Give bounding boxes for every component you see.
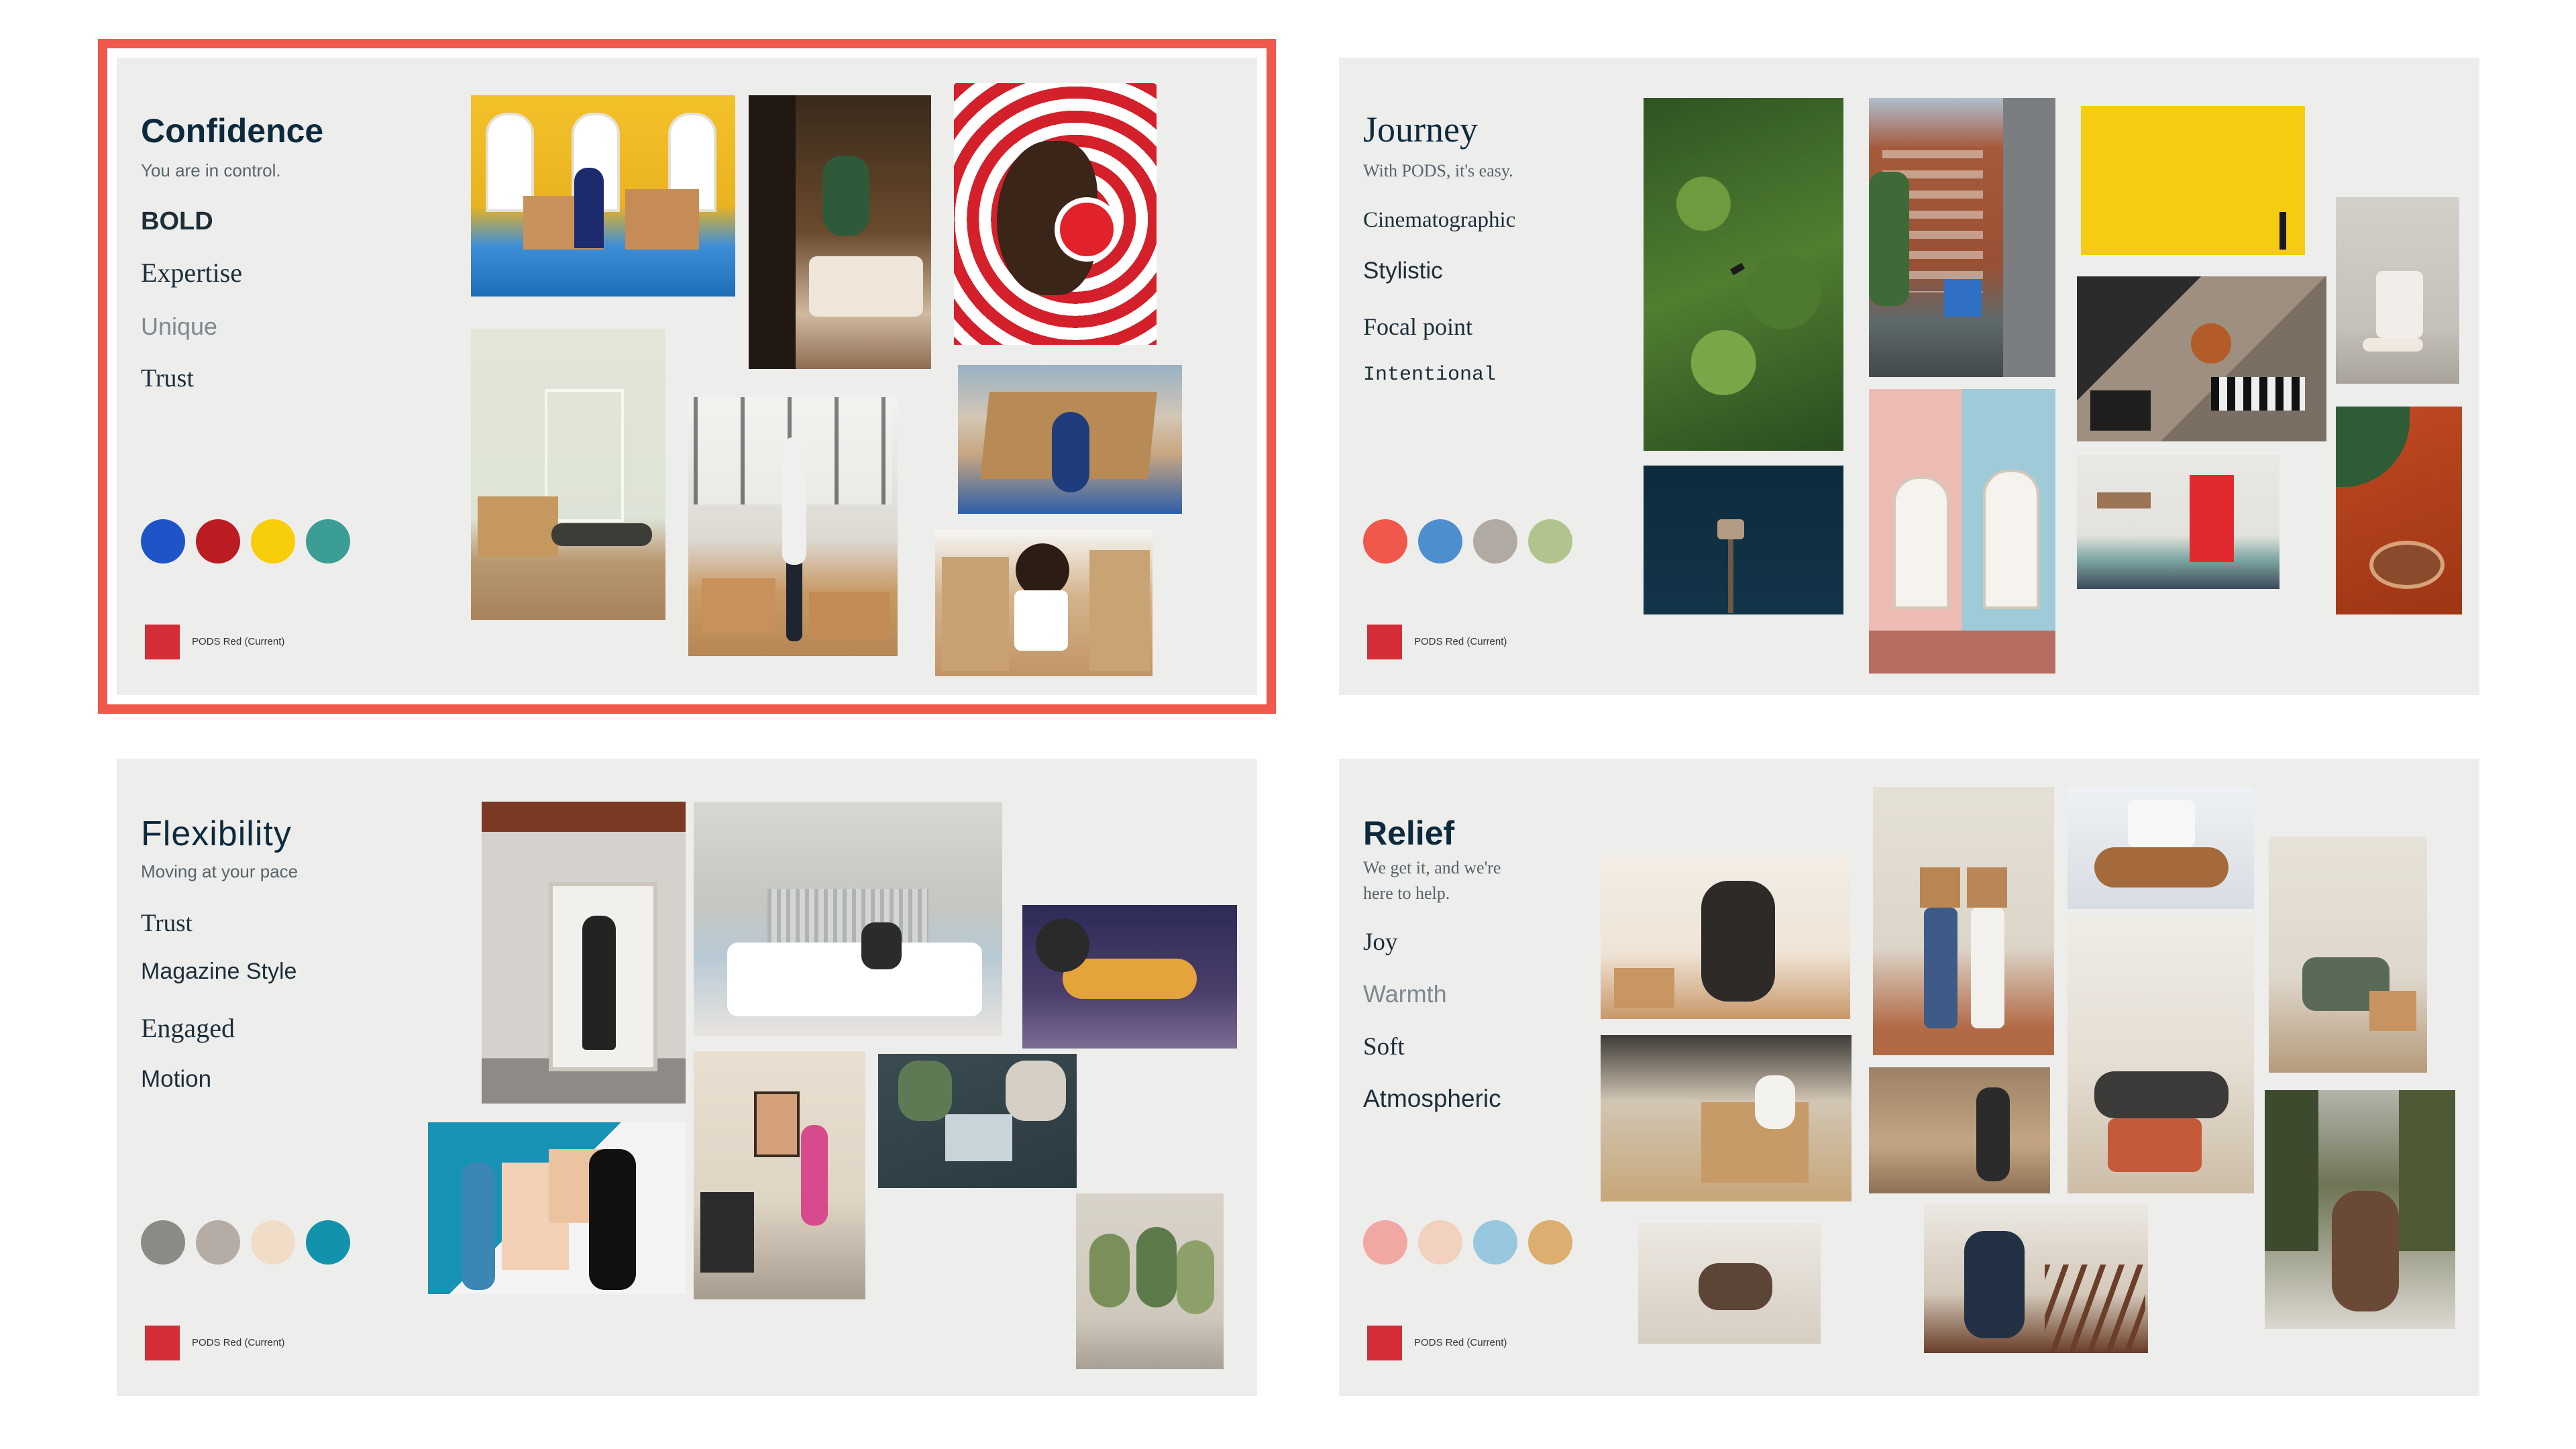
pods-red-label: PODS Red (Current) [1414, 1337, 1507, 1348]
photo-dog-on-bed [2068, 787, 2254, 909]
pods-red-label: PODS Red (Current) [1414, 636, 1507, 647]
photo-home-office [471, 95, 735, 297]
color-swatch-pink [1363, 1220, 1407, 1265]
board-subtitle: Moving at your pace [141, 861, 299, 881]
board-title: Flexibility [141, 814, 292, 853]
photo-moving-in [1869, 1067, 2050, 1193]
keyword-2: Warmth [1363, 980, 1447, 1008]
photo-chair-sneakers [2336, 197, 2459, 384]
moodboard-journey[interactable]: Journey With PODS, it's easy. Cinematogr… [1339, 58, 2479, 695]
color-swatch-blue [1418, 519, 1462, 564]
photo-laptop-overhead [878, 1054, 1077, 1188]
color-swatch-sky [1473, 1220, 1517, 1265]
photo-couple-hugging [1601, 854, 1850, 1019]
pods-red-swatch [145, 625, 180, 659]
color-swatch-blush [1418, 1220, 1462, 1265]
photo-person-on-floor [471, 329, 665, 620]
board-title: Journey [1363, 109, 1478, 150]
color-swatch-yellow [251, 519, 295, 564]
board-title: Confidence [141, 112, 324, 150]
keyword-4: Motion [141, 1066, 212, 1092]
photo-couple-sofa-boxes [2269, 837, 2427, 1073]
color-swatch-teal [306, 1220, 350, 1265]
photo-group-sitting [1076, 1193, 1224, 1369]
keyword-3: Engaged [141, 1013, 235, 1043]
photo-pastel-doors [1869, 389, 2055, 674]
color-swatch-sage [1528, 519, 1572, 564]
board-subtitle-line-2: here to help. [1363, 883, 1450, 903]
photo-city-street-truck [1869, 98, 2055, 377]
board-subtitle-line-1: We get it, and we're [1363, 858, 1501, 877]
keyword-4: Intentional [1363, 364, 1497, 386]
keyword-2: Magazine Style [141, 959, 297, 984]
keyword-2: Stylistic [1363, 258, 1443, 284]
photo-red-door-room [2077, 455, 2279, 589]
photo-jumping-boxes [688, 397, 898, 656]
photo-box-heads [1873, 787, 2054, 1055]
pods-red-swatch [1367, 1326, 1402, 1360]
photo-couple-floor-pizza [2068, 917, 2254, 1193]
photo-bowl-plant [2336, 407, 2462, 614]
photo-boxes-woman-sitting [935, 530, 1152, 676]
photo-flatlay-objects [2077, 276, 2326, 441]
photo-couch-relaxing [1022, 905, 1237, 1049]
photo-couple-forest-road [2265, 1090, 2455, 1329]
photo-couple-floor-laughing [1638, 1223, 1821, 1344]
moodboard-confidence[interactable]: Confidence You are in control. BOLD Expe… [98, 39, 1276, 714]
keyword-3: Focal point [1363, 313, 1472, 340]
color-swatch-red [196, 519, 240, 564]
photo-aerial-dock [1644, 466, 1843, 614]
keyword-1: Cinematographic [1363, 208, 1516, 232]
moodboard-relief[interactable]: Relief We get it, and we're here to help… [1339, 759, 2479, 1396]
board-subtitle: With PODS, it's easy. [1363, 161, 1513, 180]
color-swatch-peach [251, 1220, 295, 1265]
photo-yellow-wall-person [2081, 106, 2305, 255]
keyword-3: Unique [141, 313, 218, 340]
pods-red-swatch [145, 1326, 180, 1360]
color-swatch-sand [1528, 1220, 1572, 1265]
photo-doorway-woman [482, 802, 686, 1104]
keyword-3: Soft [1363, 1033, 1405, 1061]
photo-stairs-moving [1924, 1204, 2148, 1353]
photo-boxes-yoga [958, 365, 1182, 514]
photo-kitchen-boxes [1601, 1035, 1851, 1201]
color-swatch-gray [141, 1220, 185, 1265]
keyword-4: Atmospheric [1363, 1085, 1501, 1112]
pods-red-swatch [1367, 625, 1402, 659]
pods-red-label: PODS Red (Current) [192, 1337, 285, 1348]
photo-kids-bedroom [694, 802, 1002, 1036]
photo-aerial-forest [1644, 98, 1843, 451]
keyword-1: Joy [1363, 928, 1398, 956]
color-swatch-stone [196, 1220, 240, 1265]
color-swatch-coral [1363, 519, 1407, 564]
keyword-1: Trust [141, 910, 193, 937]
keyword-4: Trust [141, 364, 194, 392]
color-swatch-blue [141, 519, 185, 564]
photo-kids-play-room [694, 1051, 865, 1299]
color-swatch-taupe [1473, 519, 1517, 564]
board-title: Relief [1363, 814, 1455, 852]
photo-couple-carrying-boxes [428, 1122, 686, 1294]
color-swatch-teal [306, 519, 350, 564]
board-subtitle: You are in control. [141, 160, 281, 180]
moodboard-flexibility[interactable]: Flexibility Moving at your pace Trust Ma… [117, 759, 1257, 1396]
photo-target-headphones [954, 83, 1157, 345]
pods-red-label: PODS Red (Current) [192, 636, 285, 647]
photo-jumping-on-bed [749, 95, 931, 369]
keyword-2: Expertise [141, 258, 243, 288]
keyword-1: BOLD [141, 207, 213, 235]
